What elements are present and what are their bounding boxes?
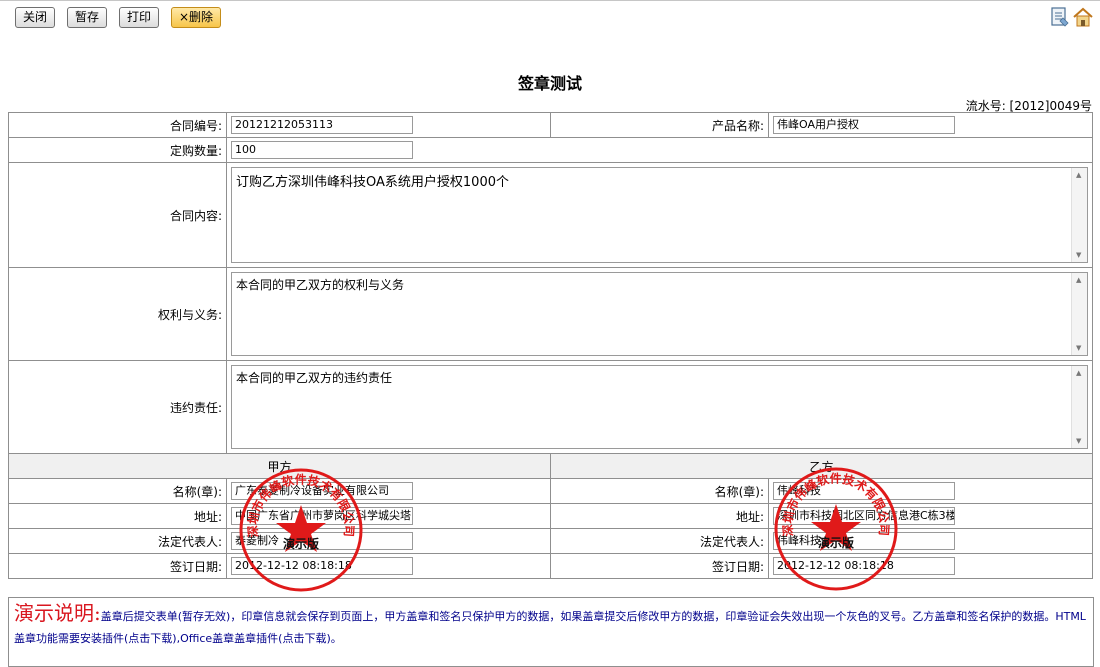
save-draft-button[interactable]: 暂存	[67, 7, 108, 28]
rights-label: 权利与义务:	[8, 267, 227, 361]
party-b-address-input[interactable]: 深圳市科技园北区同方信息港C栋3楼	[773, 507, 955, 525]
home-icon[interactable]	[1072, 6, 1094, 28]
contract-no-label: 合同编号:	[8, 112, 227, 138]
party-a-name-label: 名称(章):	[8, 478, 227, 504]
content-label: 合同内容:	[8, 162, 227, 268]
party-a-address-input[interactable]: 中国广东省广州市萝岗区科学城尖塔L	[231, 507, 413, 525]
document-icon[interactable]	[1050, 6, 1070, 28]
breach-textarea[interactable]: 本合同的甲乙双方的违约责任 ▲ ▼	[231, 365, 1088, 449]
row-quantity: 定购数量: 100	[8, 137, 1093, 163]
row-contract-no: 合同编号: 20121212053113 产品名称: 伟峰OA用户授权	[8, 112, 1093, 138]
party-b-rep-label: 法定代表人:	[550, 528, 769, 554]
toolbar: 关闭 暂存 打印 ×删除	[0, 0, 1100, 33]
party-b-header: 乙方	[550, 453, 1093, 479]
rights-textarea[interactable]: 本合同的甲乙双方的权利与义务 ▲ ▼	[231, 272, 1088, 356]
page-title: 签章测试	[517, 74, 582, 93]
party-b-rep-input[interactable]: 伟峰科技	[773, 532, 955, 550]
breach-text: 本合同的甲乙双方的违约责任	[236, 371, 393, 385]
demo-note-heading: 演示说明:	[14, 601, 101, 625]
demo-note-body: 盖章后提交表单(暂存无效)，印章信息就会保存到页面上，甲方盖章和签名只保护甲方的…	[14, 610, 1086, 645]
party-b-name-input[interactable]: 伟峰科技	[773, 482, 955, 500]
contract-form: 合同编号: 20121212053113 产品名称: 伟峰OA用户授权 定购数量…	[8, 112, 1093, 579]
row-breach: 违约责任: 本合同的甲乙双方的违约责任 ▲ ▼	[8, 360, 1093, 454]
party-a-date-label: 签订日期:	[8, 553, 227, 579]
party-a-address-label: 地址:	[8, 503, 227, 529]
print-button[interactable]: 打印	[119, 7, 160, 28]
row-content: 合同内容: 订购乙方深圳伟峰科技OA系统用户授权1000个 ▲ ▼	[8, 162, 1093, 268]
row-party-name: 名称(章): 广东泰菱制冷设备实业有限公司 名称(章): 伟峰科技	[8, 478, 1093, 504]
party-a-name-input[interactable]: 广东泰菱制冷设备实业有限公司	[231, 482, 413, 500]
row-party-address: 地址: 中国广东省广州市萝岗区科学城尖塔L 地址: 深圳市科技园北区同方信息港C…	[8, 503, 1093, 529]
quantity-input[interactable]: 100	[231, 141, 413, 159]
rights-text: 本合同的甲乙双方的权利与义务	[236, 278, 405, 292]
contract-no-input[interactable]: 20121212053113	[231, 116, 413, 134]
row-party-rep: 法定代表人: 泰菱制冷 法定代表人: 伟峰科技	[8, 528, 1093, 554]
party-a-rep-input[interactable]: 泰菱制冷	[231, 532, 413, 550]
party-a-rep-label: 法定代表人:	[8, 528, 227, 554]
breach-scrollbar[interactable]: ▲ ▼	[1071, 366, 1087, 448]
close-button[interactable]: 关闭	[15, 7, 56, 28]
party-b-date-label: 签订日期:	[550, 553, 769, 579]
row-rights: 权利与义务: 本合同的甲乙双方的权利与义务 ▲ ▼	[8, 267, 1093, 361]
product-name-input[interactable]: 伟峰OA用户授权	[773, 116, 955, 134]
party-b-name-label: 名称(章):	[550, 478, 769, 504]
product-name-label: 产品名称:	[550, 112, 769, 138]
quantity-label: 定购数量:	[8, 137, 227, 163]
row-party-date: 签订日期: 2012-12-12 08:18:18 签订日期: 2012-12-…	[8, 553, 1093, 579]
content-scrollbar[interactable]: ▲ ▼	[1071, 168, 1087, 262]
rights-scrollbar[interactable]: ▲ ▼	[1071, 273, 1087, 355]
demo-note: 演示说明:盖章后提交表单(暂存无效)，印章信息就会保存到页面上，甲方盖章和签名只…	[8, 597, 1094, 667]
party-a-date-input[interactable]: 2012-12-12 08:18:18	[231, 557, 413, 575]
content-text: 订购乙方深圳伟峰科技OA系统用户授权1000个	[236, 175, 509, 190]
delete-button[interactable]: ×删除	[171, 7, 222, 28]
party-a-header: 甲方	[8, 453, 551, 479]
breach-label: 违约责任:	[8, 360, 227, 454]
row-party-headers: 甲方 乙方	[8, 453, 1093, 479]
content-textarea[interactable]: 订购乙方深圳伟峰科技OA系统用户授权1000个 ▲ ▼	[231, 167, 1088, 263]
party-b-address-label: 地址:	[550, 503, 769, 529]
party-b-date-input[interactable]: 2012-12-12 08:18:18	[773, 557, 955, 575]
